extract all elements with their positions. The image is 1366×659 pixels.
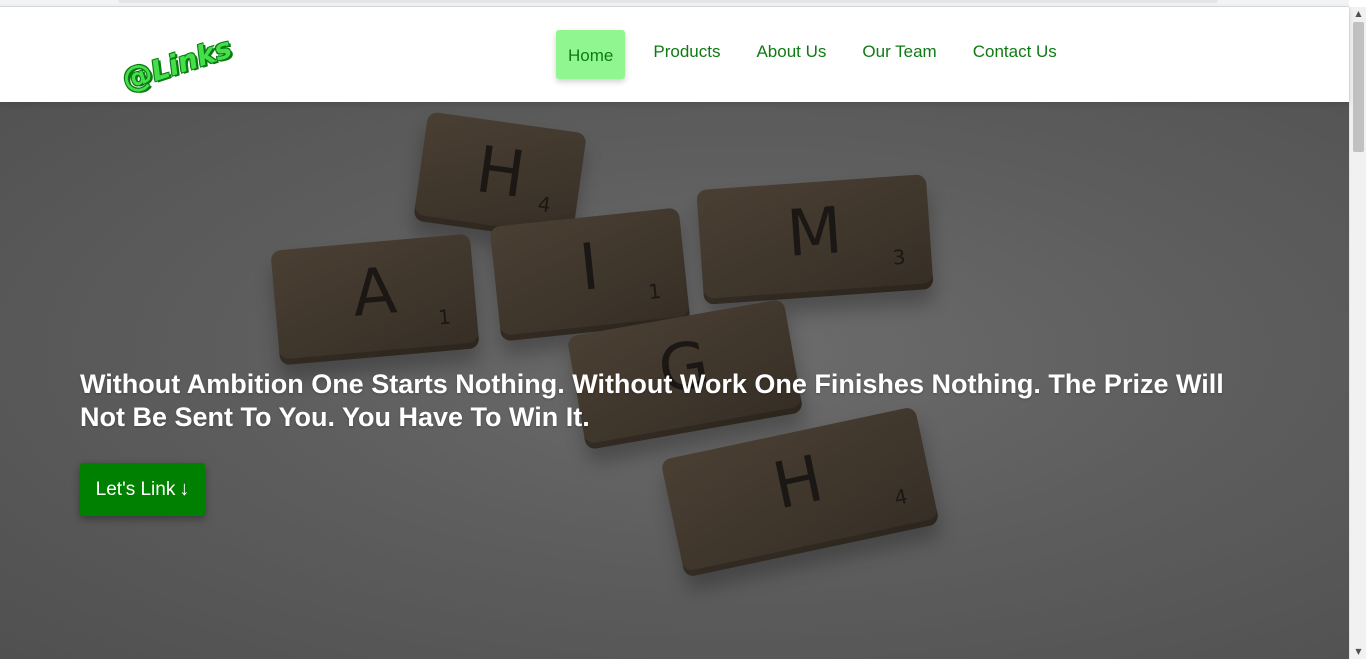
lets-link-button[interactable]: Let's Link ↓ <box>80 463 205 516</box>
tile-letter: H <box>471 133 530 214</box>
arrow-down-icon: ↓ <box>179 478 190 500</box>
nav-item-our-team[interactable]: Our Team <box>844 30 954 75</box>
nav-item-products[interactable]: Products <box>635 30 738 75</box>
site-logo[interactable]: @ Links <box>114 12 256 109</box>
site-header: @ Links Home Products About Us Our Team … <box>0 7 1349 102</box>
scroll-up-icon[interactable]: ▲ <box>1350 7 1366 21</box>
browser-top-strip <box>0 0 1349 7</box>
vertical-scrollbar[interactable]: ▲ ▼ <box>1349 7 1366 659</box>
hero-section: H 4 A 1 I 1 M 3 G H 4 Without Ambition O… <box>0 102 1349 659</box>
nav-item-home[interactable]: Home <box>556 30 626 79</box>
tile-number: 3 <box>891 244 907 270</box>
hero-quote: Without Ambition One Starts Nothing. Wit… <box>80 369 1224 432</box>
browser-tab-shadow <box>118 0 1218 3</box>
scrabble-tile-a: A 1 <box>270 233 480 366</box>
scrabble-tile-m: M 3 <box>696 174 934 305</box>
logo-text: Links <box>146 30 236 88</box>
nav-item-contact-us[interactable]: Contact Us <box>955 30 1075 75</box>
cta-label: Let's Link <box>95 478 176 500</box>
tile-number: 1 <box>647 278 663 304</box>
scrollbar-thumb[interactable] <box>1353 22 1364 152</box>
tile-letter: H <box>766 442 830 525</box>
main-nav: Home Products About Us Our Team Contact … <box>556 30 1075 79</box>
tile-number: 1 <box>437 304 452 330</box>
scroll-down-icon[interactable]: ▼ <box>1350 645 1366 659</box>
nav-item-about-us[interactable]: About Us <box>738 30 844 75</box>
